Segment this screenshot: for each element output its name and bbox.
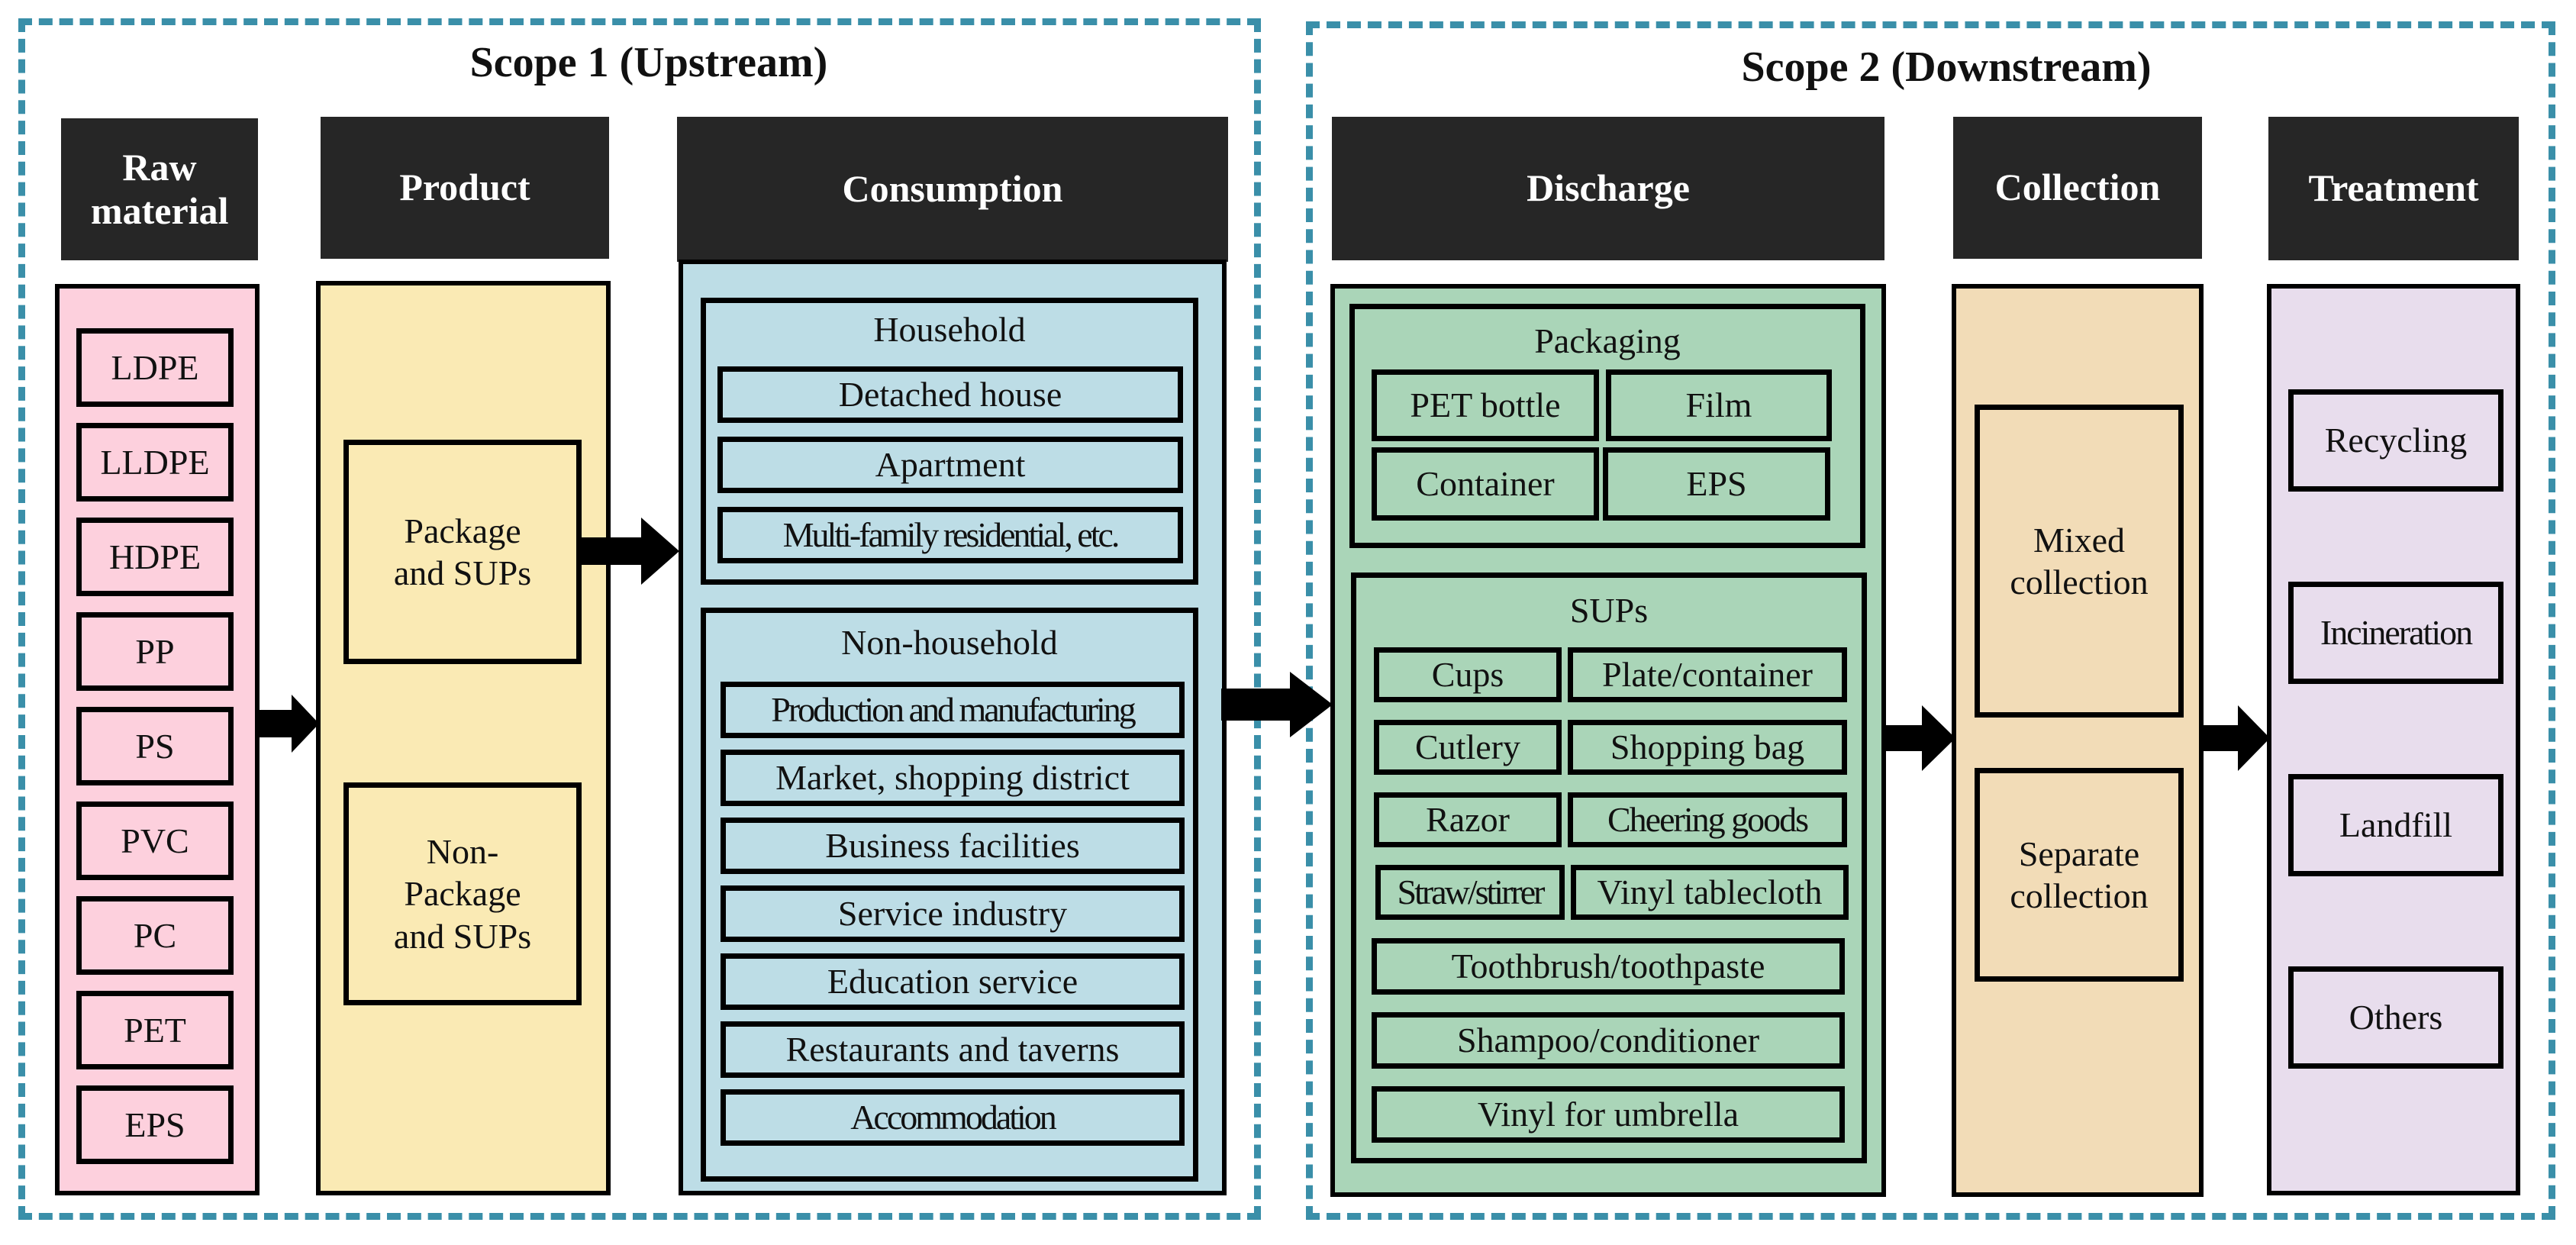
raw-material-item: LDPE	[76, 328, 234, 407]
treatment-item: Landfill	[2288, 774, 2503, 876]
header-treatment: Treatment	[2268, 117, 2519, 260]
header-collection: Collection	[1953, 117, 2202, 259]
household-item: Multi-family residential, etc.	[717, 507, 1183, 563]
sups-item: Razor	[1374, 792, 1562, 847]
non-household-item: Market, shopping district	[721, 750, 1185, 806]
non-household-item: Business facilities	[721, 818, 1185, 874]
raw-material-item: PS	[76, 707, 234, 785]
household-title: Household	[873, 310, 1026, 349]
header-product: Product	[321, 117, 609, 259]
raw-material-item: PP	[76, 612, 234, 691]
raw-material-item: PVC	[76, 802, 234, 880]
arrow-discharge-to-collection-icon	[1884, 705, 1955, 771]
treatment-item: Recycling	[2288, 389, 2503, 492]
product-panel	[316, 281, 611, 1195]
non-household-item: Accommodation	[721, 1089, 1185, 1146]
product-package-sups: Package and SUPs	[343, 440, 582, 664]
household-item: Detached house	[717, 366, 1183, 423]
sups-item-wide: Shampoo/conditioner	[1372, 1012, 1845, 1069]
sups-item: Cheering goods	[1568, 792, 1847, 847]
arrow-collection-to-treatment-icon	[2201, 705, 2270, 771]
sups-item: Cups	[1374, 647, 1562, 702]
sups-item-wide: Toothbrush/toothpaste	[1372, 938, 1845, 995]
raw-material-item: EPS	[76, 1085, 234, 1164]
packaging-title: Packaging	[1534, 321, 1681, 360]
collection-separate: Separate collection	[1975, 768, 2184, 982]
sups-item-wide: Vinyl for umbrella	[1372, 1086, 1845, 1143]
sups-item: Cutlery	[1374, 720, 1562, 775]
non-household-title: Non-household	[841, 623, 1058, 662]
household-item: Apartment	[717, 437, 1183, 493]
raw-material-item: PC	[76, 896, 234, 975]
treatment-item: Incineration	[2288, 582, 2503, 684]
sups-item: Shopping bag	[1568, 720, 1847, 775]
packaging-item: Container	[1372, 447, 1599, 521]
sups-item: Vinyl tablecloth	[1571, 865, 1849, 920]
header-raw-material: Raw material	[61, 118, 258, 260]
packaging-item: Film	[1606, 369, 1832, 441]
packaging-item: PET bottle	[1372, 369, 1599, 441]
raw-material-item: PET	[76, 991, 234, 1069]
packaging-item: EPS	[1603, 447, 1830, 521]
raw-material-item: HDPE	[76, 518, 234, 596]
non-household-item: Service industry	[721, 885, 1185, 942]
header-discharge: Discharge	[1332, 117, 1884, 260]
product-non-package-sups: Non-Package and SUPs	[343, 782, 582, 1005]
arrow-consumption-to-discharge-icon	[1221, 672, 1333, 737]
treatment-item: Others	[2288, 966, 2503, 1069]
scope2-title: Scope 2 (Downstream)	[1741, 44, 2152, 91]
non-household-item: Education service	[721, 953, 1185, 1010]
sups-item: Plate/container	[1568, 647, 1847, 702]
non-household-item: Production and manufacturing	[721, 682, 1185, 738]
arrow-product-to-consumption-icon	[580, 518, 679, 585]
sups-item: Straw/stirrer	[1375, 865, 1565, 920]
non-household-item: Restaurants and taverns	[721, 1021, 1185, 1078]
scope1-title: Scope 1 (Upstream)	[469, 39, 828, 86]
arrow-raw-to-product-icon	[258, 695, 319, 753]
collection-mixed: Mixed collection	[1975, 405, 2184, 718]
raw-material-item: LLDPE	[76, 423, 234, 502]
sups-title: SUPs	[1569, 591, 1649, 630]
header-consumption: Consumption	[677, 117, 1228, 262]
